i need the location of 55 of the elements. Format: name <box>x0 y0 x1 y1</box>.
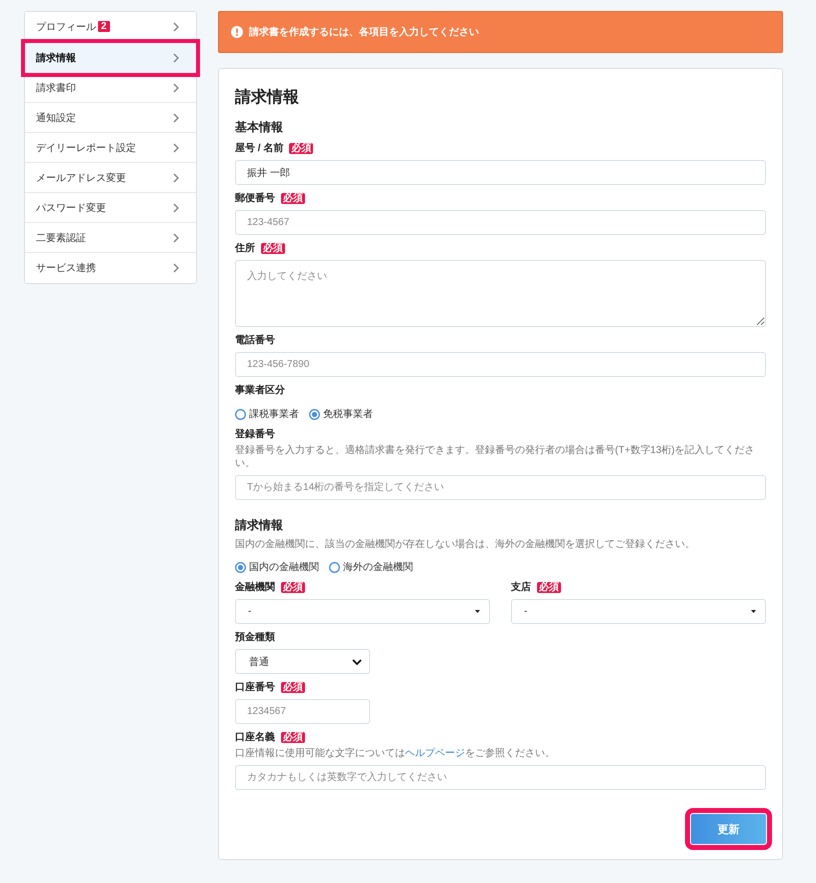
chevron-right-icon <box>173 52 179 62</box>
chevron-right-icon <box>173 232 179 242</box>
field-label: 屋号 / 名前 <box>235 142 284 155</box>
radio-option[interactable]: 海外の金融機関 <box>329 560 413 574</box>
required-badge: 必須 <box>289 143 314 154</box>
input-field[interactable]: Tから始まる14桁の番号を指定してください <box>235 475 766 500</box>
select-field[interactable]: - <box>511 599 766 624</box>
form-title: 請求情報 <box>235 88 300 108</box>
field-label: 口座番号 <box>235 681 275 694</box>
input-field[interactable]: 振井 一郎 <box>235 160 766 185</box>
field-label: 住所 <box>235 242 255 255</box>
help-link[interactable]: ヘルプページ <box>405 748 465 759</box>
count-badge: 2 <box>98 21 110 32</box>
select-field[interactable]: - <box>235 599 490 624</box>
required-badge: 必須 <box>281 682 305 693</box>
alert-message: 請求書を作成するには、各項目を入力してください <box>249 26 479 39</box>
input-field[interactable]: 1234567 <box>235 699 370 724</box>
section-heading: 請求情報 <box>235 518 284 533</box>
chevron-right-icon <box>173 263 179 273</box>
field-label: 郵便番号 <box>235 192 275 205</box>
chevron-right-icon <box>173 22 179 32</box>
caret-icon <box>475 610 480 613</box>
field-label: 電話番号 <box>235 334 275 347</box>
required-badge: 必須 <box>537 582 561 593</box>
radio-option[interactable]: 国内の金融機関 <box>235 560 319 574</box>
radio-option[interactable]: 免税事業者 <box>309 407 373 421</box>
field-note: 口座情報に使用可能な文字についてはヘルプページをご参照ください。 <box>235 747 556 760</box>
chevron-right-icon <box>173 202 179 212</box>
field-label: 金融機関 <box>235 581 275 594</box>
required-badge: 必須 <box>281 193 305 204</box>
input-field[interactable]: 123-456-7890 <box>235 352 766 377</box>
required-badge: 必須 <box>281 732 305 743</box>
field-label: 支店 <box>511 581 531 594</box>
input-field[interactable]: 123-4567 <box>235 210 766 235</box>
field-label: 事業者区分 <box>235 384 285 397</box>
chevron-right-icon <box>173 142 179 152</box>
exclamation-icon <box>231 26 243 38</box>
required-badge: 必須 <box>281 582 305 593</box>
section-heading: 基本情報 <box>235 120 284 135</box>
caret-icon <box>751 610 756 613</box>
textarea-field[interactable]: 入力してください <box>235 260 766 327</box>
section-description: 国内の金融機関に、該当の金融機関が存在しない場合は、海外の金融機関を選択してご登録ください。 <box>235 538 696 551</box>
radio-option[interactable]: 課税事業者 <box>235 407 299 421</box>
field-label: 口座名義 <box>235 731 275 744</box>
chevron-down-icon <box>352 658 362 664</box>
field-label: 預金種類 <box>235 631 275 644</box>
sidebar-item[interactable]: 請求情報 <box>25 43 196 73</box>
select-field[interactable]: 普通 <box>235 649 370 674</box>
input-field[interactable]: カタカナもしくは英数字で入力してください <box>235 765 766 790</box>
chevron-right-icon <box>173 172 179 182</box>
chevron-right-icon <box>173 112 179 122</box>
chevron-right-icon <box>173 82 179 92</box>
required-badge: 必須 <box>261 243 285 254</box>
field-note: 登録番号を入力すると、適格請求書を発行できます。登録番号の発行者の場合は番号(T+数字13桁)を記入してください。 <box>235 444 756 470</box>
field-label: 登録番号 <box>235 428 275 441</box>
